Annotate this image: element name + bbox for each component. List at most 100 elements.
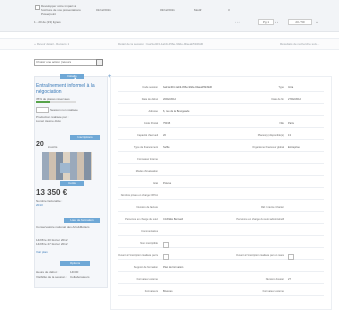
field-label: Date de début bbox=[141, 98, 158, 101]
field-value-right: Paris bbox=[288, 122, 294, 125]
field-value: CASSEL Bernard bbox=[163, 218, 184, 221]
field-value-right: 13 bbox=[288, 134, 291, 137]
field-value-right: 27/02/2012 bbox=[288, 98, 301, 101]
place-name: Conservatoire national des Arts&Métiers bbox=[36, 225, 90, 229]
count-label: inscrits bbox=[48, 145, 58, 149]
field-label: Nombre prises en charge OPCA bbox=[120, 194, 158, 197]
next-result-link[interactable]: Résultats de recherche suiv... bbox=[280, 42, 335, 46]
field-value: ba21e403-1ab9-456e-99de-9faeab5949d6 bbox=[163, 86, 212, 89]
pager-prev[interactable]: ‹ ‹ ‹ bbox=[235, 20, 255, 24]
field-label-right: Formateur externe bbox=[262, 290, 284, 293]
attend-label: Session non réalisée bbox=[50, 108, 78, 112]
field-value-right: 27 bbox=[288, 278, 291, 281]
count-value: 20 bbox=[36, 141, 44, 148]
field-checkbox-right[interactable] bbox=[288, 254, 294, 260]
field-value: Suffie bbox=[163, 146, 170, 149]
pager-page[interactable]: Pg 1 bbox=[258, 19, 274, 25]
field-row bbox=[118, 247, 324, 248]
avatar-placeholder bbox=[60, 163, 70, 173]
field-row bbox=[118, 127, 324, 128]
place-header: Lieu de formation bbox=[64, 218, 100, 223]
field-label: Commentaires bbox=[141, 230, 158, 233]
field-label-right: Type bbox=[278, 86, 284, 89]
field-row bbox=[118, 295, 324, 296]
cost-value: 13 350 € bbox=[36, 188, 68, 197]
field-label: Type de financement bbox=[133, 146, 158, 149]
field-row bbox=[118, 235, 324, 236]
field-row bbox=[118, 211, 324, 212]
field-label-right: Réf. Interne Charter bbox=[261, 206, 284, 209]
opt1-value: 14h00 bbox=[70, 270, 79, 274]
progress-fill bbox=[36, 101, 50, 103]
field-label-right: Ouvert à l'inscription réalisée par un m… bbox=[236, 254, 284, 257]
field-row bbox=[118, 139, 324, 140]
date-2: 14/08 le 27 février 2012 bbox=[36, 242, 68, 246]
end-date: 03/12/2011 bbox=[160, 8, 175, 12]
field-label: Formateur Interne bbox=[137, 158, 158, 161]
field-row bbox=[118, 91, 324, 92]
prod-name: Lionel Jaume dixié bbox=[36, 119, 61, 123]
back-link[interactable]: ‹‹ Revoir détail - Retours 1 bbox=[34, 42, 94, 46]
action-select[interactable]: Choisir une action (retours bbox=[34, 59, 97, 66]
field-label-right: Numéro dossier bbox=[265, 278, 284, 281]
opt2-label: Visibilité de la session : bbox=[36, 275, 67, 279]
field-value: 20 bbox=[163, 134, 166, 137]
field-label-right: Personne en charge du suivi administrati… bbox=[236, 218, 284, 221]
field-label: Formateur externe bbox=[136, 278, 158, 281]
session-title: Entraînement informel à la négociation bbox=[36, 83, 95, 95]
row-checkbox[interactable] bbox=[35, 5, 40, 10]
list-count: 1 - 20 de (23) lignes bbox=[34, 20, 61, 24]
people-header: Inscriptions bbox=[70, 135, 100, 140]
opt2-value: Collaborateurs bbox=[70, 275, 90, 279]
field-label: Non inscriptible bbox=[140, 242, 158, 245]
field-row bbox=[118, 271, 324, 272]
field-value: Plan de formation bbox=[163, 266, 184, 269]
place-link[interactable]: Voir plan bbox=[36, 250, 56, 254]
field-value: 20/02/2012 bbox=[163, 98, 176, 101]
field-value: Brusnes bbox=[163, 290, 173, 293]
field-row bbox=[118, 163, 324, 164]
field-label-right: Organisme financeur global bbox=[252, 146, 284, 149]
field-label: Code session bbox=[142, 86, 158, 89]
field-label: Etat bbox=[153, 182, 158, 185]
cursor-icon: ➚ bbox=[72, 77, 78, 83]
field-checkbox[interactable] bbox=[163, 254, 169, 260]
pager-go[interactable]: ›› bbox=[316, 20, 326, 24]
field-row bbox=[118, 175, 324, 176]
per-page-select[interactable]: 20 / 50 bbox=[288, 19, 312, 25]
attend-box bbox=[36, 107, 49, 113]
field-label: Modes d'évaluation bbox=[135, 170, 158, 173]
pager-next[interactable]: › › bbox=[275, 20, 285, 24]
field-label: Ouvert à l'inscription réalisée par le c… bbox=[118, 254, 158, 257]
session-name-3: Powerpoint bbox=[41, 12, 57, 16]
start-date: 01/12/2011 bbox=[96, 8, 111, 12]
page-title: Détail de la session : ba21e403-1ab9-456… bbox=[118, 42, 204, 46]
field-label: Adresse bbox=[148, 110, 158, 113]
field-row bbox=[118, 103, 324, 104]
field-row bbox=[118, 223, 324, 224]
field-value: Prévue bbox=[163, 182, 172, 185]
field-label: Numéro de facture bbox=[136, 206, 158, 209]
field-checkbox[interactable] bbox=[163, 242, 169, 248]
field-row bbox=[118, 199, 324, 200]
field-row bbox=[118, 115, 324, 116]
field-row bbox=[118, 283, 324, 284]
field-value-right: Entreprise bbox=[288, 146, 300, 149]
field-value: 6, rue de la Bourgeade bbox=[163, 110, 190, 113]
field-value: 75015 bbox=[163, 122, 171, 125]
field-label-right: Places(s) disponible(s) bbox=[257, 134, 284, 137]
opt1-label: Heure de début : bbox=[36, 270, 59, 274]
field-label: Personne en charge du suivi bbox=[125, 218, 158, 221]
count-cell: 3 bbox=[228, 8, 230, 12]
field-row bbox=[118, 187, 324, 188]
field-row bbox=[118, 151, 324, 152]
action-go-button[interactable] bbox=[96, 59, 103, 66]
field-label: Code Postal bbox=[143, 122, 158, 125]
field-label: Capacité d'accueil bbox=[137, 134, 158, 137]
field-label-right: Ville bbox=[279, 122, 284, 125]
cost-header: Coûts bbox=[60, 181, 84, 186]
status-cell: Modif bbox=[194, 8, 202, 12]
field-value-right: Intra bbox=[288, 86, 294, 89]
cost-year[interactable]: 2013 bbox=[36, 203, 56, 207]
field-label: Support de formation bbox=[133, 266, 158, 269]
